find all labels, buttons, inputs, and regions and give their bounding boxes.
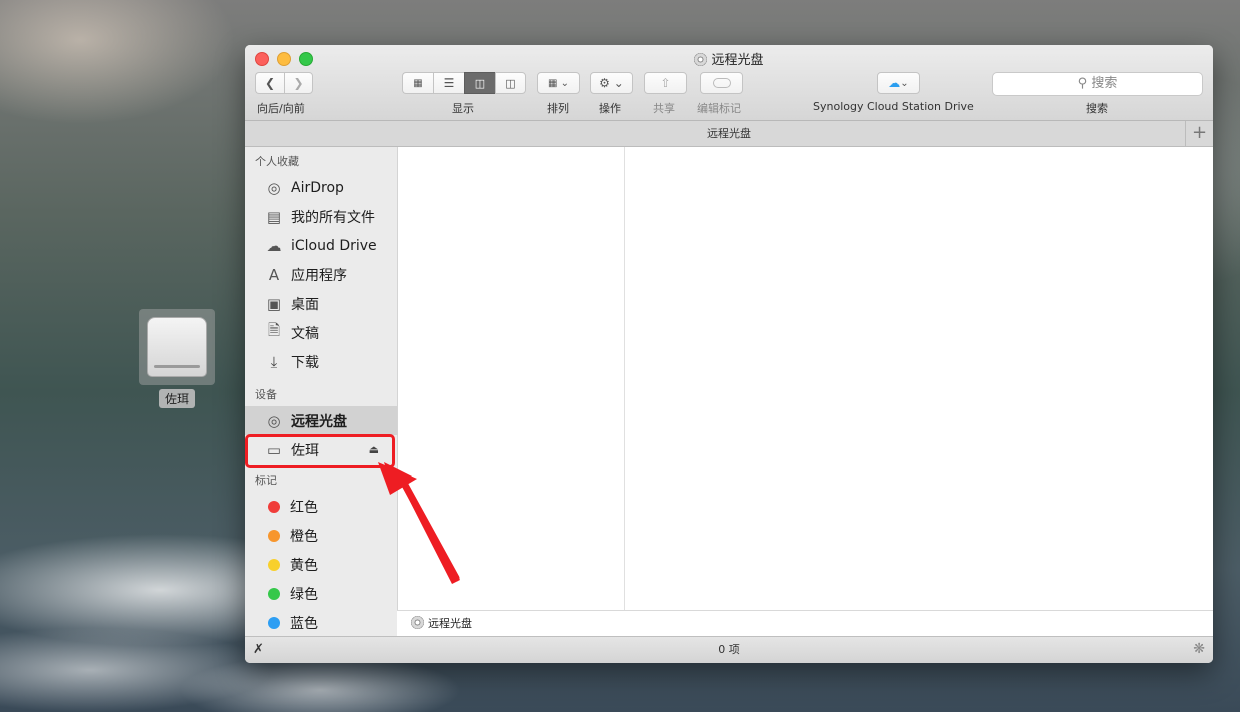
sidebar-item-documents[interactable]: 🗎 文稿 [245, 318, 397, 347]
all-files-icon: ▤ [266, 207, 282, 226]
share-icon: ⇧ [660, 76, 671, 90]
search-input[interactable]: ⚲ 搜索 [992, 72, 1203, 96]
arrange-button[interactable]: ▦ ⌄ [537, 72, 580, 94]
sidebar-item-tag-red[interactable]: 红色 [245, 492, 397, 521]
view-group: ▦ ☰ ◫ ◫ [402, 72, 526, 94]
desktop-drive-icon[interactable]: 佐珥 [138, 309, 216, 408]
plus-icon: + [1191, 122, 1208, 143]
desktop-drive-label: 佐珥 [158, 389, 195, 408]
arrange-group: ▦ ⌄ [537, 72, 580, 94]
chevron-left-icon: ❮ [264, 76, 276, 90]
action-button[interactable]: ⚙ ⌄ [590, 72, 633, 94]
edit-tags-button[interactable] [700, 72, 743, 94]
share-group: ⇧ [644, 72, 687, 94]
blue-dot-icon [268, 616, 280, 629]
cloud-label: Synology Cloud Station Drive [813, 100, 974, 113]
tab-bar: 远程光盘 + [245, 121, 1213, 147]
tags-group [700, 72, 743, 94]
list-icon: ☰ [443, 76, 455, 90]
back-button[interactable]: ❮ [255, 72, 284, 94]
grid-icon: ▦ [413, 77, 423, 89]
applications-icon: A [268, 265, 280, 284]
sidebar-item-tag-yellow[interactable]: 黄色 [245, 550, 397, 579]
new-tab-button[interactable]: + [1185, 121, 1213, 146]
nav-group: ❮ ❯ [255, 72, 313, 94]
cloud-icon: ☁ [266, 236, 282, 255]
search-icon: ⚲ [1077, 76, 1088, 91]
orange-dot-icon [268, 529, 280, 542]
search-label: 搜索 [1086, 102, 1108, 115]
sidebar-item-tag-blue[interactable]: 蓝色 [245, 608, 397, 637]
documents-icon: 🗎 [267, 321, 281, 339]
cloud-station-button[interactable]: ☁ ⌄ [877, 72, 920, 94]
spinner-icon: ❋ [1193, 641, 1205, 657]
arrange-label: 排列 [547, 102, 569, 115]
chevron-right-icon: ❯ [293, 76, 304, 90]
action-label: 操作 [599, 102, 621, 115]
arrange-icon: ▦ ⌄ [547, 77, 569, 89]
status-bar: ✗ 0 项 ❋ [245, 636, 1213, 663]
cloud-sync-icon: ☁ [888, 76, 901, 90]
share-button[interactable]: ⇧ [644, 72, 687, 94]
tab-title[interactable]: 远程光盘 [707, 127, 751, 140]
sidebar-item-remote-disc[interactable]: ◎ 远程光盘 [245, 406, 397, 435]
devices-header: 设备 [255, 388, 277, 401]
edit-tags-label: 编辑标记 [697, 102, 741, 115]
forward-button[interactable]: ❯ [284, 72, 313, 94]
sidebar-item-desktop[interactable]: ▣ 桌面 [245, 289, 397, 318]
favorites-header: 个人收藏 [255, 155, 299, 168]
green-dot-icon [268, 587, 280, 600]
item-count: 0 项 [718, 643, 740, 656]
drive-icon [139, 309, 215, 385]
column-2 [625, 147, 1213, 637]
column-view-button[interactable]: ◫ [464, 72, 495, 94]
icon-view-button[interactable]: ▦ [402, 72, 433, 94]
path-item[interactable]: 远程光盘 [428, 617, 472, 630]
red-dot-icon [268, 500, 280, 513]
annotation-highlight-box [245, 434, 395, 468]
coverflow-icon: ◫ [505, 76, 516, 90]
nav-label: 向后/向前 [257, 102, 305, 115]
share-label: 共享 [653, 102, 675, 115]
collapse-icon[interactable]: ✗ [253, 637, 264, 662]
sidebar-item-icloud-drive[interactable]: ☁ iCloud Drive [245, 231, 397, 260]
cloud-group: ☁ ⌄ [877, 72, 920, 94]
list-view-button[interactable]: ☰ [433, 72, 464, 94]
finder-window: 远程光盘 ❮ ❯ 向后/向前 ▦ ☰ ◫ ◫ 显示 ▦ ⌄ 排列 ⚙ ⌄ 操作 … [245, 45, 1213, 663]
sidebar-item-tag-orange[interactable]: 橙色 [245, 521, 397, 550]
downloads-icon: ⤓ [270, 352, 278, 371]
column-1 [398, 147, 625, 637]
columns-icon: ◫ [474, 76, 486, 90]
sidebar-item-tag-green[interactable]: 绿色 [245, 579, 397, 608]
sidebar-item-airdrop[interactable]: ◎ AirDrop [245, 173, 397, 202]
window-title: 远程光盘 [245, 49, 1213, 68]
desktop-icon: ▣ [266, 294, 282, 313]
chevron-down-icon: ⌄ [900, 77, 909, 89]
action-group: ⚙ ⌄ [590, 72, 633, 94]
sidebar-item-applications[interactable]: A 应用程序 [245, 260, 397, 289]
disc-icon [694, 53, 708, 66]
yellow-dot-icon [268, 558, 280, 571]
tags-header: 标记 [255, 474, 277, 487]
sidebar-item-downloads[interactable]: ⤓ 下载 [245, 347, 397, 376]
airdrop-icon: ◎ [267, 178, 281, 197]
gear-icon: ⚙ ⌄ [599, 76, 624, 90]
gallery-view-button[interactable]: ◫ [495, 72, 526, 94]
disc-icon: ◎ [267, 411, 281, 430]
toolbar: 远程光盘 ❮ ❯ 向后/向前 ▦ ☰ ◫ ◫ 显示 ▦ ⌄ 排列 ⚙ ⌄ 操作 … [245, 45, 1213, 121]
path-bar: 远程光盘 [397, 610, 1213, 637]
disc-icon [411, 616, 424, 629]
sidebar-item-all-files[interactable]: ▤ 我的所有文件 [245, 202, 397, 231]
sidebar: 个人收藏 ◎ AirDrop ▤ 我的所有文件 ☁ iCloud Drive A 应用程… [245, 147, 398, 637]
tag-icon [712, 78, 731, 88]
view-label: 显示 [452, 102, 474, 115]
content-area: 个人收藏 ◎ AirDrop ▤ 我的所有文件 ☁ iCloud Drive A 应用程… [245, 147, 1213, 637]
